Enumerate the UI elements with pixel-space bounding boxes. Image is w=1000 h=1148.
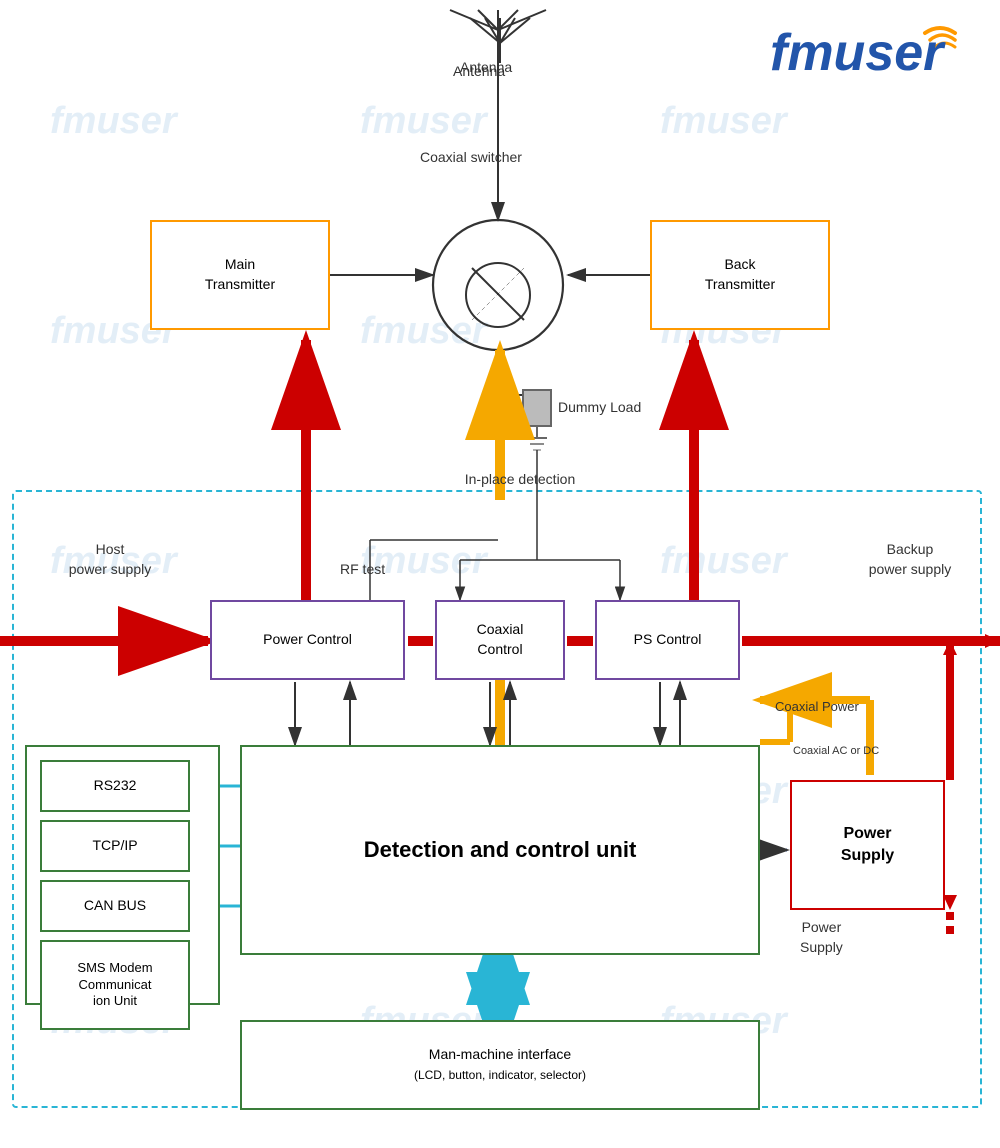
tcpip-box: TCP/IP xyxy=(40,820,190,872)
detection-unit-label: Detection and control unit xyxy=(364,835,637,866)
watermark: fmuser xyxy=(660,100,787,143)
backup-power-supply-label: Backuppower supply xyxy=(840,540,980,579)
coaxial-switcher-label: Coaxial switcher xyxy=(420,148,522,168)
dummy-load-label: Dummy Load xyxy=(558,398,641,418)
sms-modem-label: SMS ModemCommunication Unit xyxy=(77,960,152,1011)
watermark: fmuser xyxy=(360,100,487,143)
svg-text:fmuser: fmuser xyxy=(770,24,946,82)
canbus-label: CAN BUS xyxy=(84,896,146,916)
in-place-detection-label: In-place detection xyxy=(440,470,600,490)
host-power-supply-label: Hostpower supply xyxy=(50,540,170,579)
rs232-label: RS232 xyxy=(94,776,137,796)
canbus-box: CAN BUS xyxy=(40,880,190,932)
back-transmitter-box: BackTransmitter xyxy=(650,220,830,330)
man-machine-label: Man-machine interface(LCD, button, indic… xyxy=(414,1045,586,1084)
sms-modem-box: SMS ModemCommunication Unit xyxy=(40,940,190,1030)
tcpip-label: TCP/IP xyxy=(92,836,137,856)
coaxial-control-box: CoaxialControl xyxy=(435,600,565,680)
detection-unit-box: Detection and control unit xyxy=(240,745,760,955)
watermark: fmuser xyxy=(660,540,787,583)
coaxial-power-label: Coaxial Power xyxy=(775,698,859,716)
man-machine-box: Man-machine interface(LCD, button, indic… xyxy=(240,1020,760,1110)
ps-control-box: PS Control xyxy=(595,600,740,680)
antenna-text: Antenna xyxy=(453,62,505,82)
fmuser-logo: fmuser xyxy=(770,18,970,83)
ps-control-label: PS Control xyxy=(634,630,702,650)
main-transmitter-label: MainTransmitter xyxy=(205,255,275,294)
rf-test-label: RF test xyxy=(340,560,385,580)
power-control-label: Power Control xyxy=(263,630,352,650)
power-supply-label: PowerSupply xyxy=(841,823,894,868)
power-control-box: Power Control xyxy=(210,600,405,680)
coaxial-ac-dc-label: Coaxial AC or DC xyxy=(793,744,879,759)
power-supply-box: PowerSupply xyxy=(790,780,945,910)
watermark: fmuser xyxy=(360,310,487,353)
antenna-symbol xyxy=(450,8,550,68)
coaxial-control-label: CoaxialControl xyxy=(477,620,524,659)
diagram-container: fmuser fmuser fmuser fmuser fmuser fmuse… xyxy=(0,0,1000,1148)
back-transmitter-label: BackTransmitter xyxy=(705,255,775,294)
watermark: fmuser xyxy=(50,100,177,143)
main-transmitter-box: MainTransmitter xyxy=(150,220,330,330)
power-supply-bottom-label: PowerSupply xyxy=(800,918,843,957)
rs232-box: RS232 xyxy=(40,760,190,812)
